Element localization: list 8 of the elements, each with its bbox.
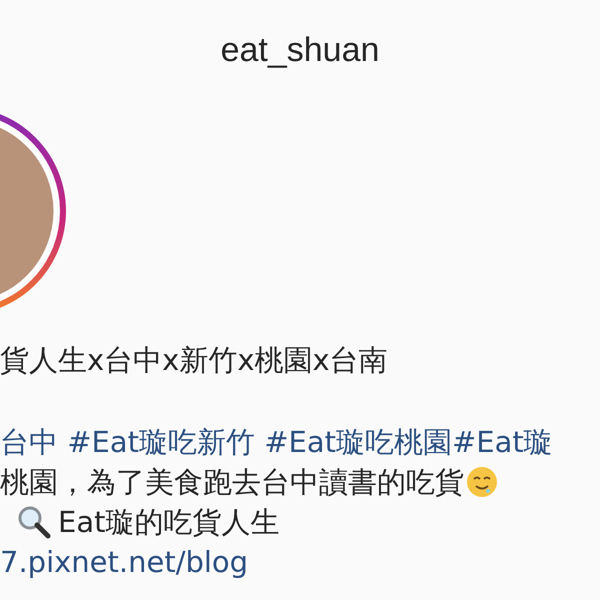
blog-title: Eat璇的吃貨人生 [58,504,280,541]
smiling-face-icon [466,466,498,498]
username: eat_shuan [220,30,380,71]
blog-link[interactable]: 7.pixnet.net/blog [0,542,600,582]
bio-text: 桃園，為了美食跑去台中讀書的吃貨 [0,464,464,501]
profile-name: 貨人生x台中x新竹x桃園x台南 [0,342,389,379]
hashtag-links[interactable]: 台中 #Eat璇吃新竹 #Eat璇吃桃園#Eat璇 [0,422,600,462]
magnifier-icon [16,504,52,540]
